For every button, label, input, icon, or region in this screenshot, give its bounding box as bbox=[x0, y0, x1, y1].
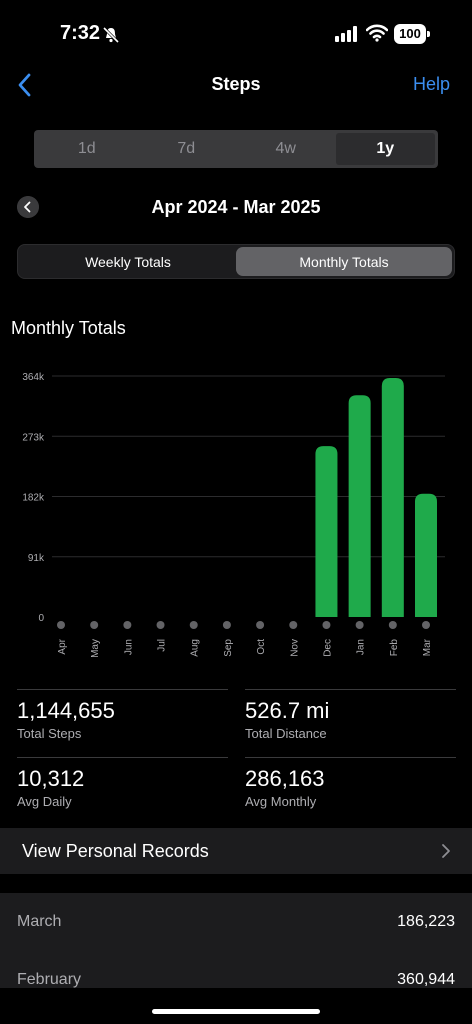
x-tick-label: Jul bbox=[157, 639, 168, 652]
records-label: View Personal Records bbox=[22, 841, 209, 861]
chart-title: Monthly Totals bbox=[11, 318, 126, 338]
y-tick-label: 273k bbox=[22, 432, 45, 443]
month-name: February bbox=[17, 971, 82, 988]
stat-label: Total Steps bbox=[17, 726, 82, 741]
range-tab-4w[interactable]: 4w bbox=[236, 133, 336, 165]
bar-base-marker bbox=[322, 621, 331, 629]
bar-base-marker bbox=[222, 621, 231, 629]
view-personal-records-row[interactable]: View Personal Records bbox=[0, 828, 472, 874]
monthly-steps-chart: 0 91k 182k 273k 364k Apr May Jun Jul Aug Sep Oct Nov… bbox=[22, 372, 445, 658]
x-tick-label: Mar bbox=[422, 638, 433, 656]
x-tick-label: Nov bbox=[289, 639, 300, 657]
status-time: 7:32 bbox=[60, 22, 101, 44]
y-tick-label: 91k bbox=[28, 553, 45, 564]
stat-avg-monthly: 286,163 Avg Monthly bbox=[245, 757, 456, 809]
stat-value: 1,144,655 bbox=[17, 698, 115, 723]
month-name: March bbox=[17, 913, 62, 930]
month-value: 360,944 bbox=[397, 971, 455, 988]
bar-base-marker bbox=[422, 621, 430, 629]
bar-base-marker bbox=[156, 621, 165, 629]
navigation-bar: Steps Help bbox=[0, 66, 472, 106]
help-button[interactable]: Help bbox=[413, 74, 450, 95]
stat-avg-daily: 10,312 Avg Daily bbox=[17, 757, 228, 809]
chevron-right-icon bbox=[442, 844, 450, 858]
stat-value: 526.7 mi bbox=[245, 698, 330, 723]
month-value: 186,223 bbox=[397, 913, 455, 930]
x-tick-label: Sep bbox=[223, 639, 234, 657]
x-tick-label: Jan bbox=[356, 639, 367, 655]
status-bar: 7:32 100 bbox=[0, 0, 472, 70]
time-range-selector: 1d 7d 4w 1y bbox=[34, 130, 438, 168]
wifi-icon bbox=[366, 24, 388, 42]
bar-base-marker bbox=[90, 621, 99, 629]
home-indicator bbox=[152, 1009, 320, 1014]
totals-selector: Weekly Totals Monthly Totals bbox=[17, 244, 455, 279]
bar bbox=[381, 378, 404, 617]
list-item[interactable]: February 360,944 bbox=[0, 965, 472, 995]
x-tick-label: Apr bbox=[57, 638, 68, 654]
tab-monthly-totals[interactable]: Monthly Totals bbox=[236, 247, 452, 276]
bar-base-marker bbox=[57, 621, 65, 629]
bar-base-marker bbox=[123, 621, 132, 629]
bar-base-marker bbox=[289, 621, 298, 629]
bar-base-marker bbox=[355, 621, 364, 629]
battery-level: 100 bbox=[394, 24, 426, 44]
bar bbox=[315, 446, 338, 617]
x-tick-label: Dec bbox=[322, 639, 333, 657]
y-tick-label: 364k bbox=[22, 372, 45, 383]
stat-value: 10,312 bbox=[17, 766, 85, 791]
stat-value: 286,163 bbox=[245, 766, 325, 791]
x-tick-label: Feb bbox=[389, 639, 400, 657]
stat-label: Total Distance bbox=[245, 726, 327, 741]
stat-label: Avg Daily bbox=[17, 794, 72, 809]
x-tick-label: Jun bbox=[123, 639, 134, 655]
y-tick-label: 182k bbox=[22, 493, 45, 504]
battery-icon: 100 bbox=[394, 24, 430, 44]
bar-base-marker bbox=[256, 621, 265, 629]
monthly-totals-list: March 186,223 February 360,944 bbox=[0, 893, 472, 988]
x-tick-label: Oct bbox=[256, 639, 267, 655]
y-tick-label: 0 bbox=[38, 613, 44, 624]
range-tab-1d[interactable]: 1d bbox=[37, 133, 137, 165]
page-title: Steps bbox=[211, 74, 261, 94]
stat-total-distance: 526.7 mi Total Distance bbox=[245, 689, 456, 741]
x-tick-label: Aug bbox=[190, 639, 201, 657]
period-label: Apr 2024 - Mar 2025 bbox=[151, 197, 321, 217]
bell-slash-icon bbox=[102, 26, 120, 44]
x-tick-label: May bbox=[90, 639, 101, 658]
cellular-signal-icon bbox=[335, 26, 357, 42]
range-tab-7d[interactable]: 7d bbox=[137, 133, 237, 165]
period-header: Apr 2024 - Mar 2025 bbox=[0, 192, 472, 222]
stat-total-steps: 1,144,655 Total Steps bbox=[17, 689, 228, 741]
bar-base-marker bbox=[189, 621, 198, 629]
bar bbox=[348, 395, 371, 617]
list-item[interactable]: March 186,223 bbox=[0, 907, 472, 937]
range-tab-1y[interactable]: 1y bbox=[335, 133, 435, 165]
bar-base-marker bbox=[388, 621, 397, 629]
tab-weekly-totals[interactable]: Weekly Totals bbox=[20, 247, 236, 276]
bar bbox=[415, 493, 437, 617]
stat-label: Avg Monthly bbox=[245, 794, 317, 809]
